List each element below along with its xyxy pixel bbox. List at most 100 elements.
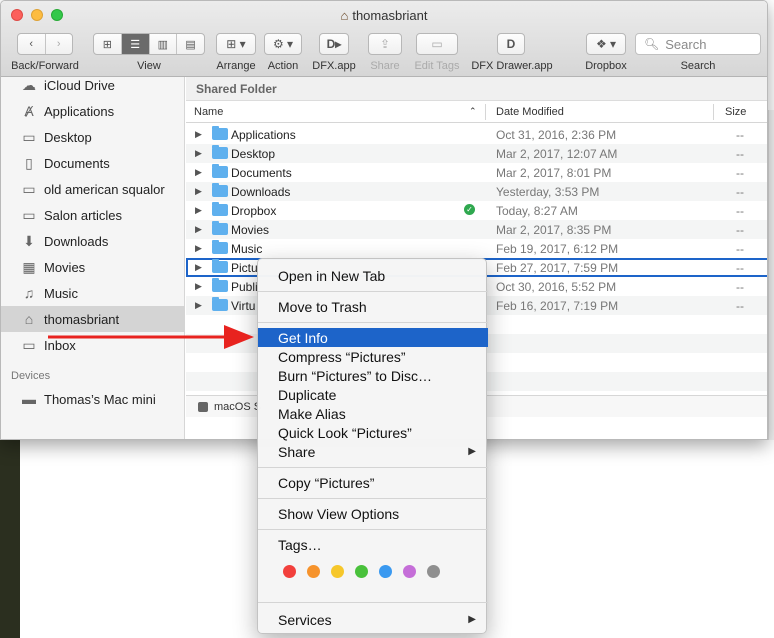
folder-icon <box>212 240 228 254</box>
disclosure-triangle-icon[interactable]: ▶ <box>195 148 202 159</box>
menu-separator <box>258 322 488 323</box>
tag-color-dot[interactable] <box>427 565 440 578</box>
menu-get-info[interactable]: Get Info <box>258 328 488 347</box>
sidebar-item-movies[interactable]: ▦ Movies <box>1 254 185 280</box>
column-date-modified[interactable]: Date Modified <box>496 106 564 118</box>
menu-open-new-tab[interactable]: Open in New Tab <box>258 266 488 285</box>
computer-icon: ▬ <box>22 391 36 407</box>
menu-burn[interactable]: Burn “Pictures” to Disc… <box>258 366 488 385</box>
submenu-arrow-icon: ▶ <box>468 446 476 457</box>
sidebar: ☁ iCloud Drive Ⱥ Applications ▭ Desktop ▯ Do… <box>1 77 185 439</box>
edit-tags-label: Edit Tags <box>414 60 460 72</box>
disclosure-triangle-icon[interactable]: ▶ <box>195 186 202 197</box>
action-label: Action <box>267 60 299 72</box>
sidebar-item-desktop[interactable]: ▭ Desktop <box>1 124 185 150</box>
dropbox-label: Dropbox <box>585 60 627 72</box>
menu-make-alias[interactable]: Make Alias <box>258 404 488 423</box>
desktop-icon: ▭ <box>22 128 36 145</box>
dfx-drawer-button[interactable]: D <box>497 33 525 55</box>
dropbox-icon: ❖ ▾ <box>595 37 617 51</box>
disclosure-triangle-icon[interactable]: ▶ <box>195 262 202 273</box>
share-icon: ⇪ <box>379 37 391 51</box>
sidebar-item-old-american-squalor[interactable]: ▭ old american squalor <box>1 176 185 202</box>
table-row[interactable]: ▶ Documents Mar 2, 2017, 8:01 PM -- <box>186 163 767 182</box>
column-header: Name ⌃ Date Modified Size <box>186 101 767 123</box>
edit-tags-button[interactable]: ▭ <box>416 33 458 55</box>
window-title: ⌂ thomasbriant <box>340 8 428 23</box>
menu-share[interactable]: Share ▶ <box>258 442 488 461</box>
table-row[interactable]: ▶ Music Feb 19, 2017, 6:12 PM -- <box>186 239 767 258</box>
menu-separator <box>258 498 488 499</box>
folder-icon <box>212 145 228 159</box>
disclosure-triangle-icon[interactable]: ▶ <box>195 281 202 292</box>
sidebar-item-music[interactable]: ♫ Music <box>1 280 185 306</box>
forward-icon[interactable]: › <box>46 34 73 54</box>
sidebar-item-downloads[interactable]: ⬇ Downloads <box>1 228 185 254</box>
list-view-icon[interactable]: ☰ <box>121 34 150 54</box>
folder-icon <box>212 202 228 216</box>
menu-duplicate[interactable]: Duplicate <box>258 385 488 404</box>
share-button[interactable]: ⇪ <box>368 33 402 55</box>
background-window-edge <box>768 110 774 440</box>
dfx-drawer-label: DFX Drawer.app <box>471 60 553 72</box>
tag-icon: ▭ <box>431 37 443 51</box>
column-view-icon[interactable]: ▥ <box>150 34 178 54</box>
menu-move-to-trash[interactable]: Move to Trash <box>258 297 488 316</box>
disclosure-triangle-icon[interactable]: ▶ <box>195 167 202 178</box>
documents-icon: ▯ <box>25 154 33 171</box>
tag-color-dot[interactable] <box>283 565 296 578</box>
dfx-icon: D▸ <box>326 37 342 51</box>
column-divider <box>485 104 486 120</box>
menu-tags[interactable]: Tags… <box>258 535 488 554</box>
arrange-button[interactable]: ⊞ ▾ <box>216 33 256 55</box>
disclosure-triangle-icon[interactable]: ▶ <box>195 243 202 254</box>
tag-color-dot[interactable] <box>403 565 416 578</box>
back-forward-control[interactable]: ‹ › <box>17 33 73 55</box>
annotation-arrow-icon <box>48 325 254 349</box>
dfx-app-button[interactable]: D▸ <box>319 33 349 55</box>
sidebar-item-icloud-drive[interactable]: ☁ iCloud Drive <box>1 72 185 98</box>
sidebar-item-mac-mini[interactable]: ▬ Thomas’s Mac mini <box>1 386 185 412</box>
tag-color-dot[interactable] <box>379 565 392 578</box>
folder-icon <box>212 221 228 235</box>
column-size[interactable]: Size <box>725 106 746 118</box>
tag-color-dot[interactable] <box>307 565 320 578</box>
dfx-label: DFX.app <box>312 60 356 72</box>
sidebar-item-applications[interactable]: Ⱥ Applications <box>1 98 185 124</box>
menu-show-view-options[interactable]: Show View Options <box>258 504 488 523</box>
menu-quick-look[interactable]: Quick Look “Pictures” <box>258 423 488 442</box>
disclosure-triangle-icon[interactable]: ▶ <box>195 300 202 311</box>
downloads-icon: ⬇ <box>23 232 35 249</box>
tag-color-dot[interactable] <box>355 565 368 578</box>
disclosure-triangle-icon[interactable]: ▶ <box>195 224 202 235</box>
view-control[interactable]: ⊞ ☰ ▥ ▤ <box>93 33 205 55</box>
desktop-background <box>0 440 20 638</box>
home-icon: ⌂ <box>340 8 349 23</box>
sidebar-item-salon-articles[interactable]: ▭ Salon articles <box>1 202 185 228</box>
home-icon: ⌂ <box>24 311 34 327</box>
action-button[interactable]: ⚙ ▾ <box>264 33 302 55</box>
disclosure-triangle-icon[interactable]: ▶ <box>195 129 202 140</box>
sidebar-item-documents[interactable]: ▯ Documents <box>1 150 185 176</box>
menu-compress[interactable]: Compress “Pictures” <box>258 347 488 366</box>
disclosure-triangle-icon[interactable]: ▶ <box>195 205 202 216</box>
menu-separator <box>258 602 488 603</box>
icon-view-icon[interactable]: ⊞ <box>94 34 122 54</box>
back-icon[interactable]: ‹ <box>18 34 46 54</box>
menu-services[interactable]: Services ▶ <box>258 610 488 629</box>
back-forward-label: Back/Forward <box>11 60 79 72</box>
table-row[interactable]: ▶ Downloads Yesterday, 3:53 PM -- <box>186 182 767 201</box>
menu-separator <box>258 291 488 292</box>
tag-color-dot[interactable] <box>331 565 344 578</box>
table-row[interactable]: ▶ Applications Oct 31, 2016, 2:36 PM -- <box>186 125 767 144</box>
search-input[interactable]: 🔍︎ Search <box>635 33 761 55</box>
column-name[interactable]: Name <box>194 106 223 118</box>
table-row[interactable]: ▶ Desktop Mar 2, 2017, 12:07 AM -- <box>186 144 767 163</box>
menu-separator <box>258 467 488 468</box>
table-row[interactable]: ▶ Dropbox ✓ Today, 8:27 AM -- <box>186 201 767 220</box>
menu-copy[interactable]: Copy “Pictures” <box>258 473 488 492</box>
dropbox-button[interactable]: ❖ ▾ <box>586 33 626 55</box>
table-row[interactable]: ▶ Movies Mar 2, 2017, 8:35 PM -- <box>186 220 767 239</box>
gallery-view-icon[interactable]: ▤ <box>177 34 204 54</box>
disk-icon <box>198 401 208 412</box>
